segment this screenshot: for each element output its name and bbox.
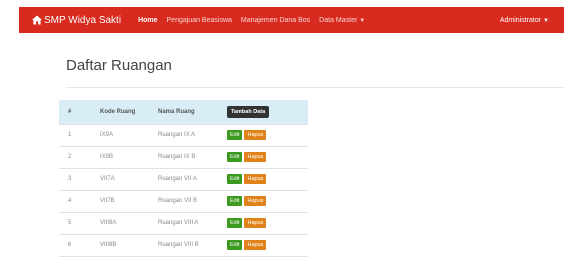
cell-no: 4 [68,198,72,204]
title-divider [66,87,564,88]
cell-kode-ruang: VIII8A [100,220,117,226]
cell-no: 5 [68,220,72,226]
table-row: 2 IX9B Ruangan IX B Edit Hapus [59,146,308,168]
cell-kode-ruang: VII7B [100,198,115,204]
edit-button[interactable]: Edit [227,196,243,206]
nav-manajemen-dana-bos[interactable]: Manajemen Dana Bos [241,17,310,24]
table-row: 1 IX9A Ruangan IX A Edit Hapus [59,124,308,146]
cell-actions: Edit Hapus [218,168,308,190]
cell-kode-ruang: VIII8B [100,242,117,248]
cell-actions: Edit Hapus [218,234,308,256]
hapus-button[interactable]: Hapus [244,196,267,206]
cell-actions: Edit Hapus [218,212,308,234]
cell-kode-ruang: IX9A [100,132,114,138]
cell-actions: Edit Hapus [218,146,308,168]
page-title: Daftar Ruangan [66,57,172,74]
cell-nama-ruang: Ruangan VII B [158,198,198,204]
table-header-row: # Kode Ruang Nama Ruang Tambah Data [59,100,308,124]
hapus-button[interactable]: Hapus [244,174,267,184]
caret-down-icon: ▼ [543,17,549,24]
cell-kode-ruang: VII7A [100,176,115,182]
hapus-button[interactable]: Hapus [244,240,267,250]
user-menu[interactable]: Administrator ▼ [500,17,549,24]
cell-nama-ruang: Ruangan VII A [158,176,197,182]
cell-no: 6 [68,242,72,248]
nav-data-master[interactable]: Data Master ▼ [319,17,365,24]
header-no: # [68,108,72,115]
brand-name: SMP Widya Sakti [44,14,122,26]
cell-no: 2 [68,154,72,160]
cell-kode-ruang: IX9B [100,154,114,160]
hapus-button[interactable]: Hapus [244,218,267,228]
table-row: 6 VIII8B Ruangan VIII B Edit Hapus [59,234,308,256]
cell-actions: Edit Hapus [218,124,308,146]
top-navbar: SMP Widya Sakti Home Pengajuan Beasiswa … [19,7,564,33]
home-icon [32,15,42,25]
tambah-data-button[interactable]: Tambah Data [227,105,270,118]
user-name: Administrator [499,16,542,24]
caret-down-icon: ▼ [359,17,366,24]
header-nama-ruang: Nama Ruang [158,108,195,115]
cell-actions: Edit Hapus [218,190,308,212]
table-row: 3 VII7A Ruangan VII A Edit Hapus [59,168,308,190]
nav-home[interactable]: Home [138,17,157,24]
ruangan-table: # Kode Ruang Nama Ruang Tambah Data 1 IX9… [59,100,308,257]
edit-button[interactable]: Edit [227,240,243,250]
header-actions: Tambah Data [218,100,308,124]
table-row: 4 VII7B Ruangan VII B Edit Hapus [59,190,308,212]
header-kode-ruang: Kode Ruang [100,108,136,115]
cell-no: 1 [68,132,72,138]
cell-nama-ruang: Ruangan IX A [158,132,196,138]
edit-button[interactable]: Edit [227,152,243,162]
cell-nama-ruang: Ruangan VIII A [158,220,199,226]
edit-button[interactable]: Edit [227,130,243,140]
cell-no: 3 [68,176,72,182]
cell-nama-ruang: Ruangan IX B [158,154,196,160]
nav-data-master-label: Data Master [319,16,358,24]
nav-pengajuan-beasiswa[interactable]: Pengajuan Beasiswa [167,17,232,24]
table-row: 5 VIII8A Ruangan VIII A Edit Hapus [59,212,308,234]
cell-nama-ruang: Ruangan VIII B [158,242,199,248]
brand-link[interactable]: SMP Widya Sakti [32,15,121,26]
hapus-button[interactable]: Hapus [244,152,267,162]
hapus-button[interactable]: Hapus [244,130,267,140]
edit-button[interactable]: Edit [227,218,243,228]
edit-button[interactable]: Edit [227,174,243,184]
